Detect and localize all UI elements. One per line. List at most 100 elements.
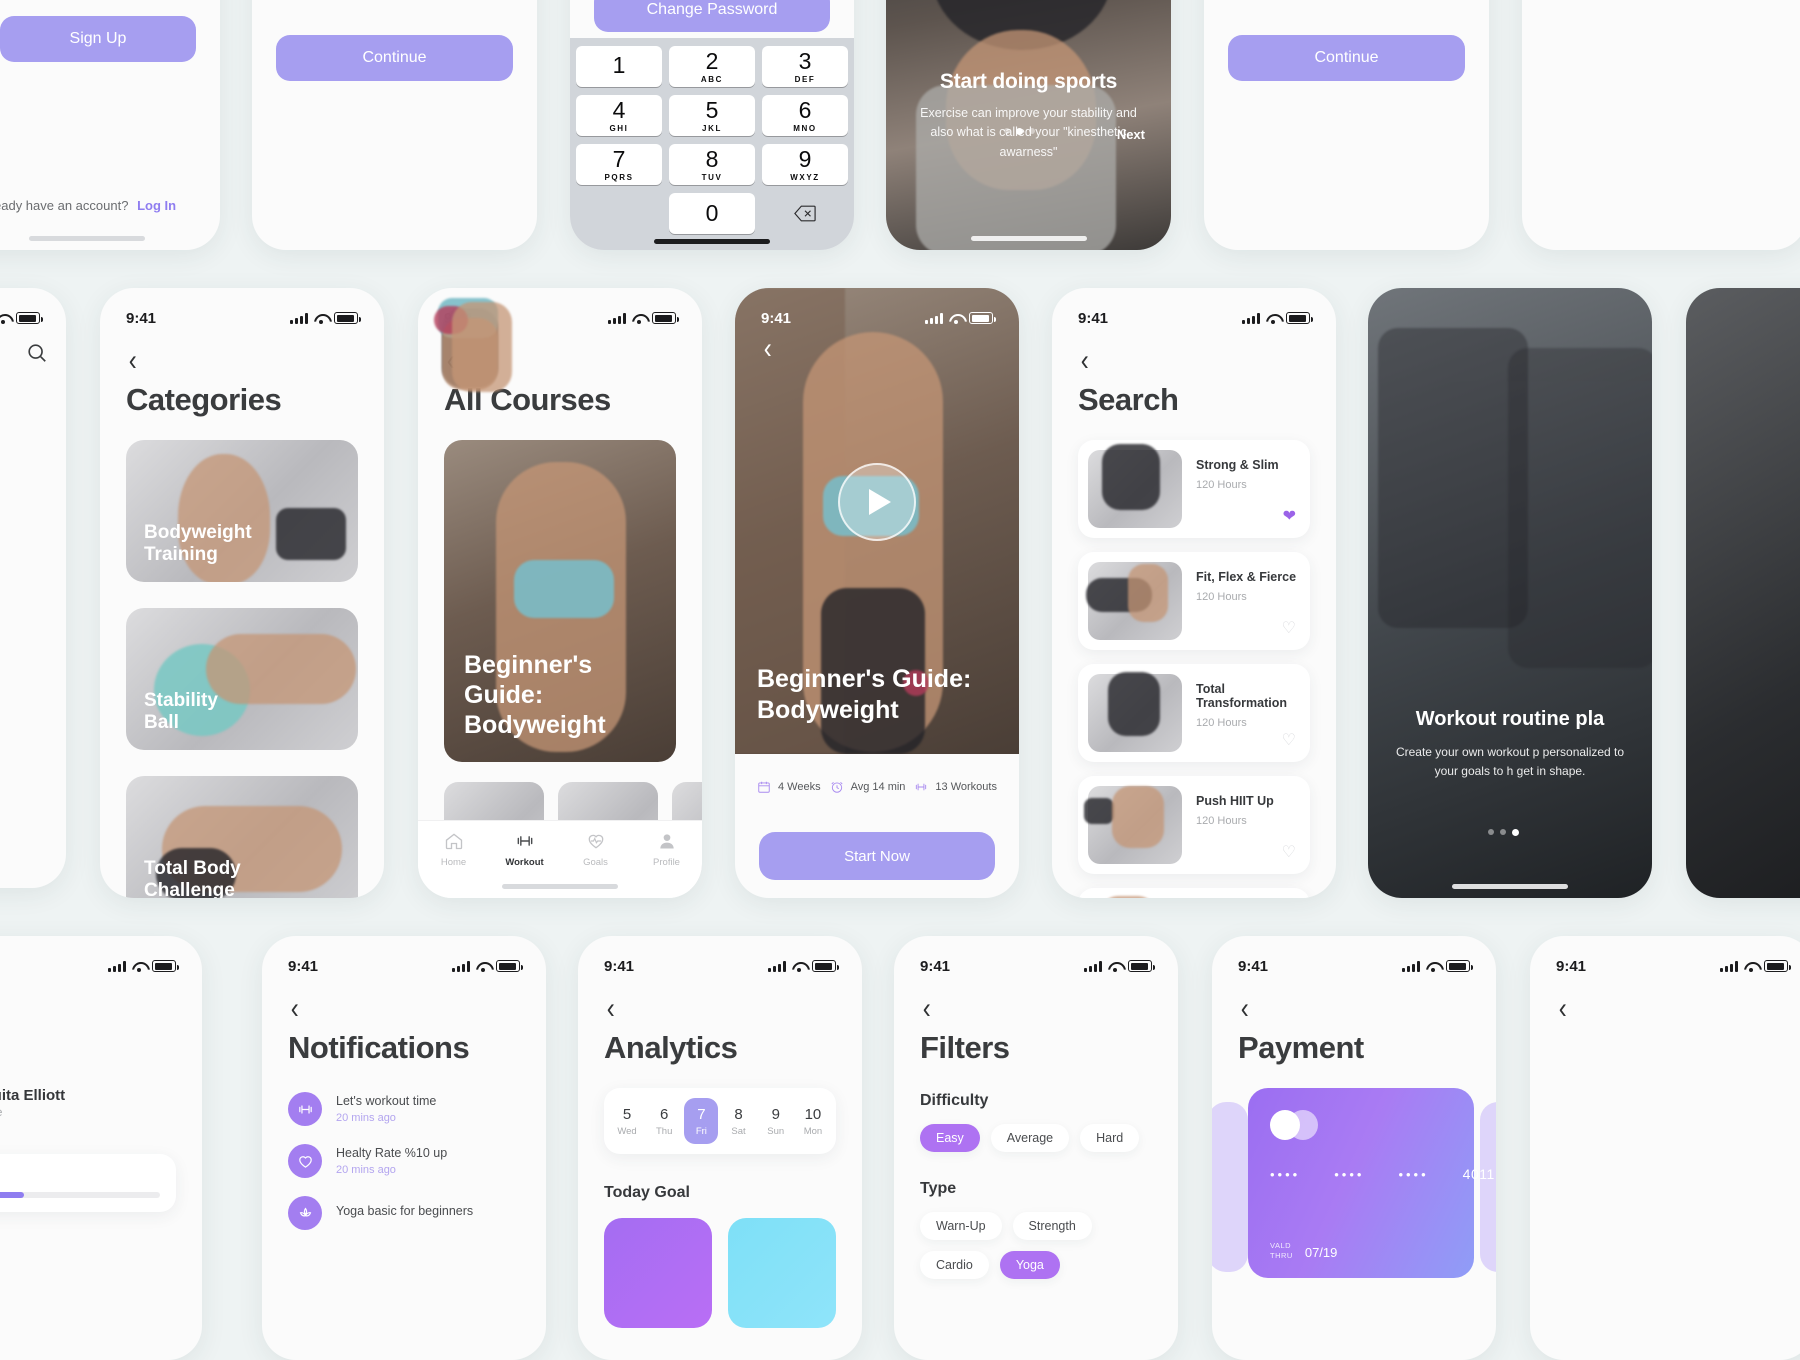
day-option[interactable]: 6 Thu [647, 1098, 681, 1144]
day-label: Fri [695, 1125, 707, 1137]
course-video[interactable]: 9:41 ‹ Beginner's Guide: Bodyweight [735, 288, 1019, 754]
promo-dots[interactable] [1488, 829, 1519, 836]
status-bar: 9:41 [262, 936, 546, 982]
onboarding-dots[interactable] [1004, 128, 1035, 135]
continue-button-2[interactable]: Continue [1228, 35, 1465, 81]
tab-goals[interactable]: Goals [560, 831, 631, 868]
tab-home[interactable]: Home [418, 831, 489, 868]
page-title: Search [1078, 382, 1179, 417]
key-8[interactable]: 8 TUV [669, 144, 755, 185]
back-button[interactable]: ‹ [1239, 994, 1249, 1024]
type-chip-cardio[interactable]: Cardio [920, 1251, 989, 1279]
clock-icon [831, 782, 843, 793]
goal-card-primary[interactable] [604, 1218, 712, 1328]
status-icons [1084, 960, 1155, 972]
search-result-row[interactable]: Strong & Slim 120 Hours ❤ [1078, 440, 1310, 538]
difficulty-chip-hard[interactable]: Hard [1080, 1124, 1140, 1152]
card-expiry: 07/19 [1304, 1245, 1338, 1260]
keypad-row: 1 2 ABC 3 DEF [576, 46, 848, 87]
difficulty-chip-group[interactable]: Easy Average Hard [920, 1124, 1152, 1152]
key-delete[interactable] [762, 193, 848, 234]
result-hours: 120 Hours [1196, 591, 1247, 603]
day-label: Thu [656, 1125, 673, 1137]
key-5[interactable]: 5 JKL [669, 95, 755, 136]
course-hero-card[interactable]: Beginner's Guide: Bodyweight [444, 440, 676, 762]
key-9[interactable]: 9 WXYZ [762, 144, 848, 185]
difficulty-chip-easy[interactable]: Easy [920, 1124, 980, 1152]
status-time: 9:41 [126, 309, 157, 327]
key-6[interactable]: 6 MNO [762, 95, 848, 136]
key-2[interactable]: 2 ABC [669, 46, 755, 87]
key-4[interactable]: 4 GHI [576, 95, 662, 136]
page-title: ofile [0, 1012, 176, 1048]
wifi-icon [1266, 313, 1280, 324]
day-selector[interactable]: 5 Wed 6 Thu 7 Fri 8 Sat 9 Sun 10 Mon [604, 1088, 836, 1154]
day-option[interactable]: 10 Mon [796, 1098, 830, 1144]
back-button[interactable]: ‹ [921, 994, 931, 1024]
payment-card-peek-right[interactable] [1480, 1102, 1496, 1272]
play-button[interactable] [838, 463, 916, 542]
tab-label: Workout [505, 857, 544, 868]
type-chip-warnup[interactable]: Warn-Up [920, 1212, 1002, 1240]
start-now-button[interactable]: Start Now [759, 832, 995, 880]
payment-card[interactable]: •••• •••• •••• 4011 VALD THRU 07/19 [1248, 1088, 1494, 1278]
goal-card-secondary[interactable] [728, 1218, 836, 1328]
key-3[interactable]: 3 DEF [762, 46, 848, 87]
back-button[interactable]: ‹ [1557, 994, 1567, 1024]
key-7[interactable]: 7 PQRS [576, 144, 662, 185]
back-button[interactable]: ‹ [127, 346, 137, 376]
type-chip-group[interactable]: Warn-Up Strength Cardio Yoga [920, 1212, 1152, 1279]
search-result-row[interactable]: Fit, Flex & Fierce 120 Hours ♡ [1078, 552, 1310, 650]
back-button[interactable]: ‹ [762, 334, 772, 364]
category-card-stability[interactable]: Stability Ball [126, 608, 358, 750]
home-indicator [970, 236, 1087, 241]
notification-title: Let's workout time [336, 1094, 437, 1108]
favorite-icon[interactable]: ♡ [1282, 618, 1296, 638]
numeric-keypad[interactable]: 1 2 ABC 3 DEF 4 GHI 5 JKL 6 MNO 7 PQRS 8… [570, 38, 854, 250]
result-name: Fit, Flex & Fierce [1196, 570, 1297, 584]
category-card-bodyweight[interactable]: Bodyweight Training [126, 440, 358, 582]
onboarding-screen: Start doing sports Exercise can improve … [886, 0, 1171, 250]
notification-item[interactable]: Healty Rate %10 up 20 mins ago [288, 1144, 520, 1178]
payment-card-peek-left[interactable] [1212, 1102, 1248, 1272]
day-option[interactable]: 5 Wed [610, 1098, 644, 1144]
onboarding-next-button[interactable]: Next [1117, 127, 1145, 142]
day-option[interactable]: 8 Sat [722, 1098, 756, 1144]
type-chip-yoga[interactable]: Yoga [999, 1251, 1060, 1279]
sign-up-button[interactable]: Sign Up [0, 16, 196, 62]
search-result-row[interactable]: Push HIIT Up 120 Hours ♡ [1078, 776, 1310, 874]
tab-workout[interactable]: Workout [489, 831, 560, 868]
search-result-row[interactable]: Lower Body Booster 120 Hours [1078, 888, 1310, 898]
continue-button-1[interactable]: Continue [276, 35, 513, 81]
day-option[interactable]: 9 Sun [759, 1098, 793, 1144]
favorite-icon[interactable]: ❤ [1283, 506, 1296, 526]
difficulty-chip-average[interactable]: Average [990, 1124, 1070, 1152]
battery-icon [1286, 312, 1313, 324]
key-number: 4 [612, 96, 626, 123]
signal-icon [1242, 312, 1260, 324]
day-number: 8 [734, 1105, 743, 1123]
login-link[interactable]: Log In [137, 198, 176, 213]
back-button[interactable]: ‹ [605, 994, 615, 1024]
day-option-selected[interactable]: 7 Fri [684, 1098, 719, 1144]
battery-icon [496, 960, 523, 972]
favorite-icon[interactable]: ♡ [1282, 730, 1296, 750]
key-1[interactable]: 1 [576, 46, 662, 87]
category-card-totalbody[interactable]: Total Body Challenge [126, 776, 358, 898]
tab-profile[interactable]: Profile [631, 831, 702, 868]
notification-item[interactable]: Yoga basic for beginners [288, 1196, 520, 1230]
key-0[interactable]: 0 [669, 193, 755, 234]
favorite-icon[interactable]: ♡ [1282, 842, 1296, 862]
key-number: 5 [705, 96, 719, 123]
search-result-row[interactable]: Total Transformation 120 Hours ♡ [1078, 664, 1310, 762]
change-password-button[interactable]: Change Password [594, 0, 830, 32]
key-number: 8 [705, 145, 719, 172]
course-detail-title: Beginner's Guide: Bodyweight [757, 664, 972, 724]
type-chip-strength[interactable]: Strength [1012, 1212, 1092, 1240]
ui-kit-canvas: Sign Up eady have an account? Log In Con… [0, 0, 1800, 1360]
back-button[interactable]: ‹ [289, 994, 299, 1024]
microphone-icon[interactable] [811, 250, 824, 251]
back-button[interactable]: ‹ [1079, 346, 1089, 376]
search-icon[interactable] [26, 342, 48, 369]
notification-item[interactable]: Let's workout time 20 mins ago [288, 1092, 520, 1126]
